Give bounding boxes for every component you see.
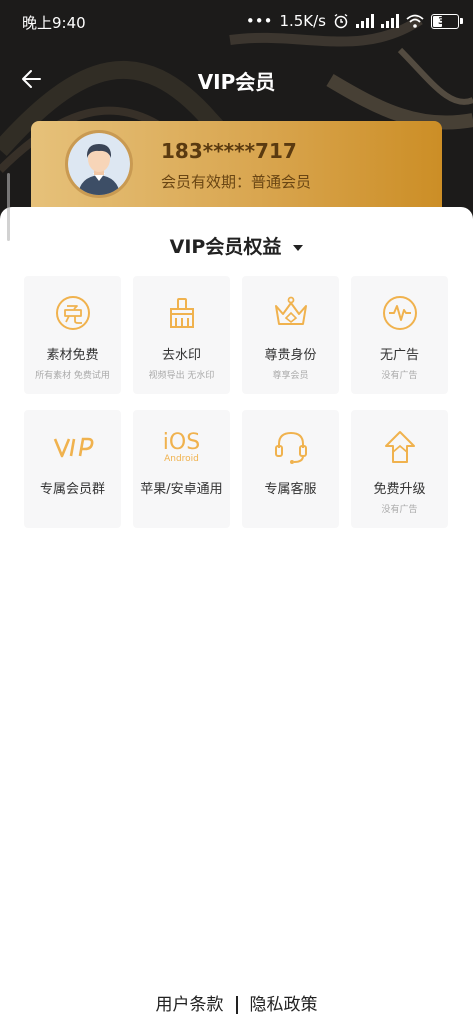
page-title: VIP会员 (197, 70, 276, 94)
battery-level: 35 (438, 15, 452, 27)
terms-link[interactable]: 用户条款 (156, 995, 224, 1015)
member-card: 183*****717 会员有效期：普通会员 (31, 121, 442, 220)
benefit-tile-cross-platform[interactable]: iOS Android 苹果/安卓通用 (133, 410, 230, 528)
signal-icon-2 (381, 14, 399, 28)
android-icon-text: Android (164, 454, 199, 464)
benefit-label: 去水印 (161, 348, 201, 363)
battery-icon: 35 (431, 13, 463, 29)
privacy-link[interactable]: 隐私政策 (250, 995, 318, 1015)
benefit-sub: 视频导出 无水印 (148, 371, 215, 381)
benefit-sub: 没有广告 (381, 505, 418, 515)
headset-icon (274, 431, 307, 464)
benefit-label: 免费升级 (373, 482, 426, 497)
signal-icon-1 (356, 14, 374, 28)
network-speed: 1.5K/s (279, 12, 326, 30)
footer-divider (235, 996, 238, 1014)
benefit-label: 专属会员群 (39, 482, 105, 497)
benefit-tile-exclusive-service[interactable]: 专属客服 (242, 410, 339, 528)
benefits-title[interactable]: VIP会员权益 (0, 232, 473, 259)
status-time: 晚上9:40 (22, 14, 86, 32)
brush-icon (169, 298, 194, 328)
benefit-tile-noble-identity[interactable]: 尊贵身份 尊享会员 (242, 276, 339, 394)
benefit-tile-free-materials[interactable]: 素材免费 所有素材 免费试用 (24, 276, 121, 394)
benefit-tile-remove-watermark[interactable]: 去水印 视频导出 无水印 (133, 276, 230, 394)
benefit-label: 无广告 (379, 348, 419, 363)
header: 晚上9:40 ••• 1.5K/s 35 VIP会员 183*****717 会… (0, 0, 473, 220)
wifi-icon (406, 14, 424, 28)
more-dots-icon: ••• (245, 12, 273, 30)
benefit-label: 尊贵身份 (264, 348, 317, 363)
dropdown-caret-icon (293, 244, 304, 251)
benefit-sub: 尊享会员 (272, 371, 309, 381)
scroll-indicator (7, 173, 10, 241)
benefit-label: 专属客服 (264, 482, 317, 497)
no-ads-icon (382, 296, 417, 330)
member-phone: 183*****717 (161, 139, 297, 163)
vip-text-icon (53, 437, 93, 458)
upgrade-icon (384, 431, 415, 463)
footer-links: 用户条款 隐私政策 (0, 990, 473, 1015)
member-validity: 会员有效期：普通会员 (161, 173, 312, 191)
benefit-sub: 没有广告 (381, 371, 418, 381)
benefit-tile-free-upgrade[interactable]: 免费升级 没有广告 (351, 410, 448, 528)
ios-android-icon: iOS Android (133, 428, 230, 466)
benefit-sub: 所有素材 免费试用 (35, 371, 110, 381)
alarm-icon (334, 13, 348, 29)
benefits-title-text: VIP会员权益 (169, 236, 282, 258)
ios-icon-text: iOS (162, 430, 201, 455)
benefit-label: 素材免费 (46, 348, 99, 363)
free-icon (55, 296, 90, 330)
status-bar: 晚上9:40 ••• 1.5K/s 35 (0, 0, 473, 44)
avatar (65, 130, 133, 198)
status-icons: ••• 1.5K/s 35 (245, 12, 463, 30)
benefit-label: 苹果/安卓通用 (140, 482, 223, 497)
user-avatar-icon (68, 133, 130, 195)
benefit-tile-exclusive-group[interactable]: 专属会员群 (24, 410, 121, 528)
crown-icon (274, 296, 307, 325)
benefit-tile-no-ads[interactable]: 无广告 没有广告 (351, 276, 448, 394)
